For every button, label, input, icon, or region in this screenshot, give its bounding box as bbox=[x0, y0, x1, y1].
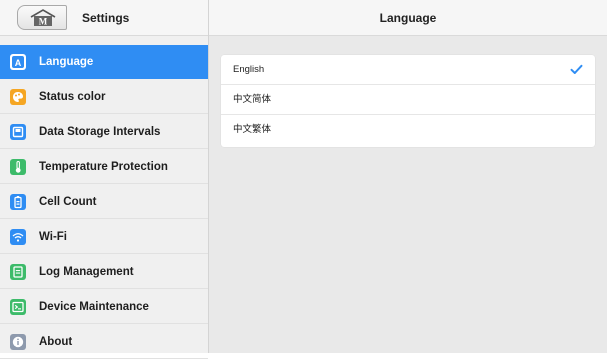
sidebar-item-label: Language bbox=[39, 56, 94, 68]
page-title: Settings bbox=[82, 11, 130, 25]
sidebar-item-label: Data Storage Intervals bbox=[39, 126, 161, 138]
svg-text:M: M bbox=[39, 17, 48, 27]
sidebar-item-cell-count[interactable]: Cell Count bbox=[0, 185, 208, 219]
sidebar-header: M Settings bbox=[0, 0, 208, 36]
language-option-traditional-chinese[interactable]: 中文繁体 bbox=[221, 115, 595, 145]
sidebar-item-label: Temperature Protection bbox=[39, 161, 168, 173]
sidebar-item-label: Device Maintenance bbox=[39, 301, 149, 313]
checkmark-icon bbox=[570, 64, 583, 74]
thermometer-icon bbox=[10, 159, 26, 175]
panel-title: Language bbox=[209, 0, 607, 36]
sidebar-item-about[interactable]: About bbox=[0, 325, 208, 359]
battery-icon bbox=[10, 194, 26, 210]
info-icon bbox=[10, 334, 26, 350]
sidebar-item-label: Status color bbox=[39, 91, 106, 103]
sidebar-item-label: Cell Count bbox=[39, 196, 97, 208]
home-m-icon: M bbox=[30, 9, 56, 27]
language-option-label: 中文繁体 bbox=[233, 124, 272, 135]
sidebar-item-device-maintenance[interactable]: Device Maintenance bbox=[0, 290, 208, 324]
settings-app: M Settings A Language Status color Data … bbox=[0, 0, 607, 359]
sidebar-item-data-storage-intervals[interactable]: Data Storage Intervals bbox=[0, 115, 208, 149]
sidebar-item-status-color[interactable]: Status color bbox=[0, 80, 208, 114]
language-option-label: 中文简体 bbox=[233, 94, 272, 105]
language-panel: Language English 中文简体 中文繁体 bbox=[209, 0, 607, 353]
storage-icon bbox=[10, 124, 26, 140]
sidebar-item-label: About bbox=[39, 336, 73, 348]
log-icon bbox=[10, 264, 26, 280]
wifi-icon bbox=[10, 229, 26, 245]
sidebar-item-wi-fi[interactable]: Wi-Fi bbox=[0, 220, 208, 254]
sidebar-item-label: Log Management bbox=[39, 266, 134, 278]
language-list: English 中文简体 中文繁体 bbox=[221, 55, 595, 147]
language-icon: A bbox=[10, 54, 26, 70]
palette-icon bbox=[10, 89, 26, 105]
language-option-english[interactable]: English bbox=[221, 55, 595, 85]
sidebar-item-label: Wi-Fi bbox=[39, 231, 67, 243]
svg-text:A: A bbox=[15, 58, 22, 68]
home-button[interactable]: M bbox=[17, 5, 67, 30]
sidebar-item-log-management[interactable]: Log Management bbox=[0, 255, 208, 289]
language-option-label: English bbox=[233, 64, 265, 75]
sidebar-item-language[interactable]: A Language bbox=[0, 45, 208, 79]
language-option-simplified-chinese[interactable]: 中文简体 bbox=[221, 85, 595, 115]
terminal-icon bbox=[10, 299, 26, 315]
settings-sidebar: M Settings A Language Status color Data … bbox=[0, 0, 209, 359]
sidebar-item-temperature-protection[interactable]: Temperature Protection bbox=[0, 150, 208, 184]
